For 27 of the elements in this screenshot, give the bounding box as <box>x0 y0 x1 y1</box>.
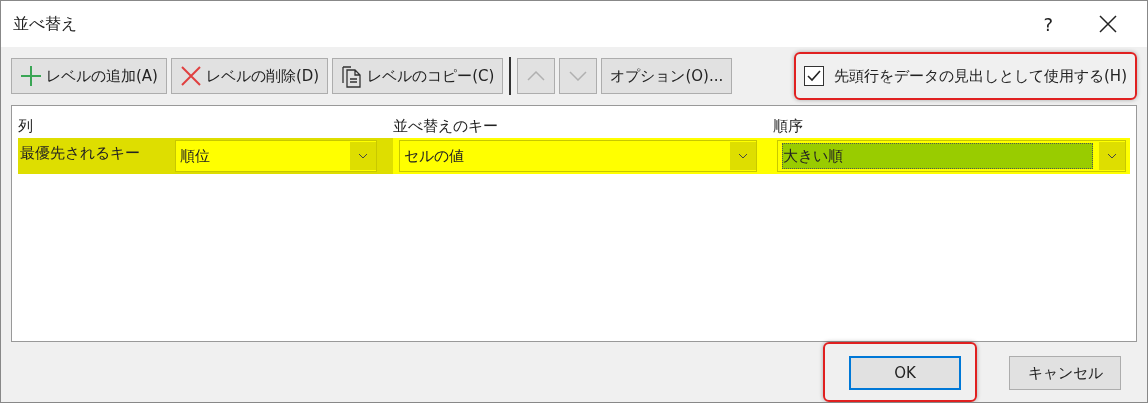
chevron-down-icon <box>1107 153 1117 160</box>
column-header: 列 <box>18 117 33 136</box>
add-level-button[interactable]: レベルの追加(A) <box>11 58 167 95</box>
chevron-up-icon <box>527 71 546 82</box>
column-header: 並べ替えのキー <box>393 117 498 136</box>
row-label: 最優先されるキー <box>19 143 141 164</box>
help-button[interactable]: ? <box>1043 13 1053 35</box>
order-dropdown[interactable]: 大きい順 <box>777 140 1126 173</box>
options-button[interactable]: オプション(O)... <box>601 58 733 95</box>
ok-button[interactable]: OK <box>849 356 961 390</box>
delete-level-button[interactable]: レベルの削除(D) <box>170 58 329 95</box>
plus-icon <box>20 65 42 88</box>
cancel-button[interactable]: キャンセル <box>1009 356 1121 390</box>
copy-level-button[interactable]: レベルのコピー(C) <box>332 58 504 95</box>
window-title: 並べ替え <box>13 13 78 35</box>
checkmark-icon <box>806 69 822 84</box>
chevron-down-icon <box>569 71 588 82</box>
close-icon[interactable] <box>1099 15 1117 34</box>
column-header: 順序 <box>773 117 803 136</box>
sort-key-dropdown[interactable]: セルの値 <box>399 140 757 173</box>
close-icon <box>179 65 202 88</box>
chevron-down-icon <box>358 153 368 160</box>
copy-icon <box>341 64 364 89</box>
column-dropdown[interactable]: 順位 <box>175 140 377 173</box>
sort-level-row[interactable]: 最優先されるキー 順位 セルの値 大きい順 <box>18 138 1130 175</box>
chevron-down-icon <box>738 153 748 160</box>
header-checkbox[interactable]: 先頭行をデータの見出しとして使用する(H) <box>794 52 1137 101</box>
